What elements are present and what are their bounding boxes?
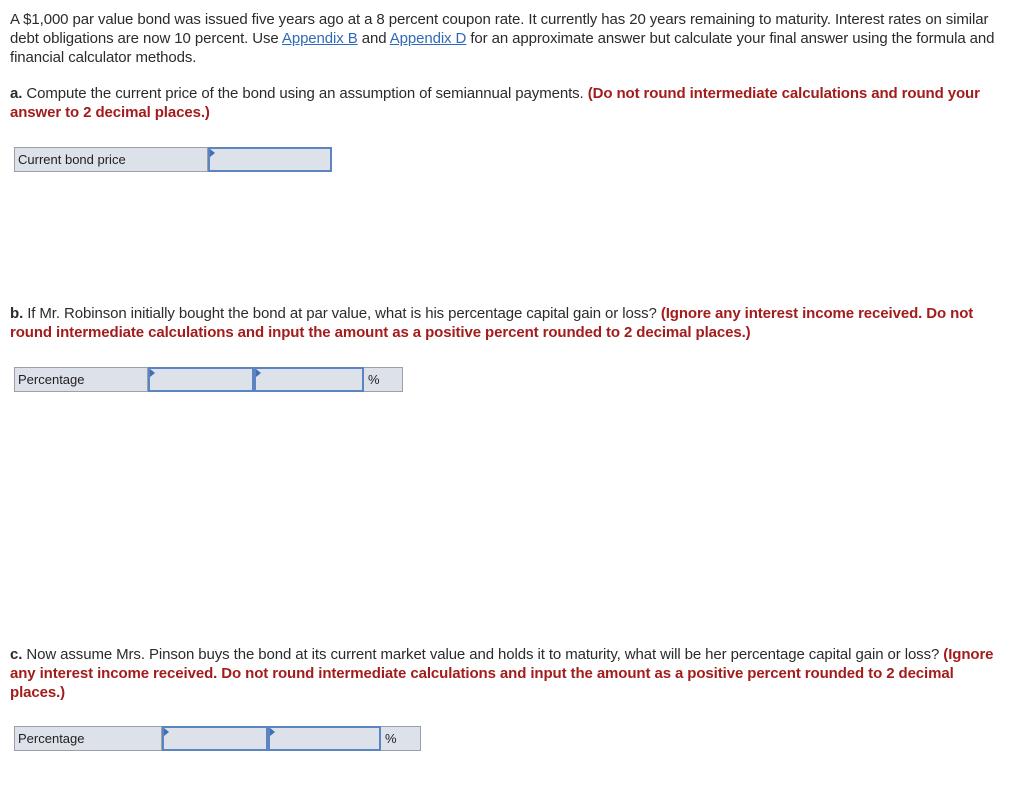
part-b-answer-row: Percentage % <box>14 367 403 392</box>
current-bond-price-input[interactable] <box>210 149 330 170</box>
gain-loss-select-field[interactable] <box>148 367 254 392</box>
percentage-label: Percentage <box>14 726 162 751</box>
current-bond-price-field[interactable] <box>208 147 332 172</box>
input-marker-icon <box>150 369 155 377</box>
input-marker-icon <box>270 728 275 736</box>
percentage-field[interactable] <box>268 726 381 751</box>
input-marker-icon <box>164 728 169 736</box>
part-b-question: b. If Mr. Robinson initially bought the … <box>10 304 1010 342</box>
gain-loss-select-field[interactable] <box>162 726 268 751</box>
percentage-label: Percentage <box>14 367 148 392</box>
part-b-text: If Mr. Robinson initially bought the bon… <box>23 305 661 322</box>
part-a-lead: a. <box>10 85 23 102</box>
part-a-answer-row: Current bond price <box>14 147 332 172</box>
part-b-lead: b. <box>10 305 24 322</box>
appendix-b-link[interactable]: Appendix B <box>282 30 358 47</box>
percent-unit: % <box>364 367 403 392</box>
part-c-question: c. Now assume Mrs. Pinson buys the bond … <box>10 645 1010 702</box>
percent-unit: % <box>381 726 421 751</box>
input-marker-icon <box>210 149 215 157</box>
part-c-lead: c. <box>10 646 23 663</box>
part-c-answer-row: Percentage % <box>14 726 421 751</box>
part-a-text: Compute the current price of the bond us… <box>22 85 588 102</box>
gain-loss-input[interactable] <box>164 728 266 749</box>
percentage-field[interactable] <box>254 367 364 392</box>
part-a-question: a. Compute the current price of the bond… <box>10 84 1010 122</box>
input-marker-icon <box>256 369 261 377</box>
appendix-d-link[interactable]: Appendix D <box>390 30 467 47</box>
current-bond-price-label: Current bond price <box>14 147 208 172</box>
percentage-input[interactable] <box>256 369 362 390</box>
gain-loss-input[interactable] <box>150 369 252 390</box>
intro-text: and <box>357 30 390 47</box>
part-c-text: Now assume Mrs. Pinson buys the bond at … <box>22 646 944 663</box>
problem-statement: A $1,000 par value bond was issued five … <box>10 10 1010 67</box>
percentage-input[interactable] <box>270 728 379 749</box>
